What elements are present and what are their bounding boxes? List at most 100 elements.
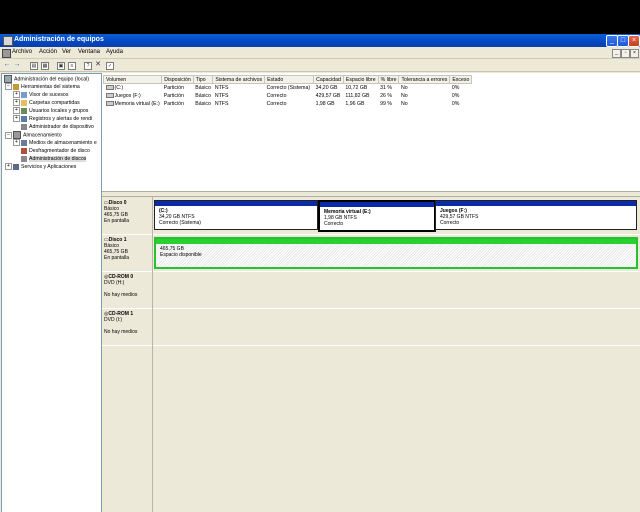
cell-volumen: Memoria virtual (E:) xyxy=(104,100,162,108)
disk-management-icon xyxy=(21,155,27,162)
folder-up-icon[interactable]: ▤ xyxy=(30,62,38,70)
table-row[interactable]: Memoria virtual (E:) Partición Básico NT… xyxy=(104,100,472,108)
mdi-restore-button[interactable]: ▫ xyxy=(621,49,630,58)
cell-exceso: 0% xyxy=(451,101,460,107)
divider xyxy=(102,234,640,235)
mdi-minimize-button[interactable]: _ xyxy=(612,49,621,58)
cell-tipo: Básico xyxy=(195,93,211,99)
menu-ventana[interactable]: Ventana xyxy=(78,49,100,55)
column-header-espacio-libre[interactable]: Espacio libre xyxy=(342,75,379,84)
column-header-sistema-archivos[interactable]: Sistema de archivos xyxy=(212,75,266,84)
back-arrow-icon[interactable]: ← xyxy=(3,61,11,69)
check-icon[interactable]: ✓ xyxy=(106,62,114,70)
tree-item-desfragmentador[interactable]: Desfragmentador de disco xyxy=(21,147,90,155)
tree-item-usuarios[interactable]: + Usuarios locales y grupos xyxy=(13,107,88,115)
menu-ayuda[interactable]: Ayuda xyxy=(106,49,123,55)
tree-item-visor-sucesos[interactable]: + Visor de sucesos xyxy=(13,91,68,99)
device-manager-icon xyxy=(21,123,27,130)
menu-ver[interactable]: Ver xyxy=(62,49,71,55)
computer-management-icon xyxy=(3,36,13,46)
expand-icon[interactable]: + xyxy=(5,163,12,171)
menu-accion[interactable]: Acción xyxy=(39,49,57,55)
storage-icon xyxy=(13,131,21,139)
cell-capacidad: 1,98 GB xyxy=(315,101,335,107)
tree-item-root[interactable]: Administración del equipo (local) xyxy=(4,75,89,83)
forward-arrow-icon[interactable]: → xyxy=(13,61,21,69)
cdrom-1-area xyxy=(153,311,639,343)
window-title: Administración de equipos xyxy=(14,36,104,43)
services-icon xyxy=(13,163,19,170)
expand-icon[interactable]: + xyxy=(13,107,20,115)
partition-status: Correcto xyxy=(440,220,460,226)
show-tree-icon[interactable]: ▦ xyxy=(41,62,49,70)
tree-item-carpetas[interactable]: + Carpetas compartidas xyxy=(13,99,80,107)
menu-archivo[interactable]: Archivo xyxy=(12,49,32,55)
disk-status: No hay medios xyxy=(104,329,138,335)
cell-volumen: Juegos (F:) xyxy=(104,92,162,100)
table-row[interactable]: Juegos (F:) Partición Básico NTFS Correc… xyxy=(104,92,472,100)
disk-status: En pantalla xyxy=(104,218,130,224)
cell-espacio-libre: 10,72 GB xyxy=(345,85,368,91)
cell-sistema-archivos: NTFS xyxy=(214,85,229,91)
column-header-tipo[interactable]: Tipo xyxy=(192,75,214,84)
cell-exceso: 0% xyxy=(451,85,460,91)
list-view-icon[interactable]: ≡ xyxy=(68,62,76,70)
column-header-capacidad[interactable]: Capacidad xyxy=(313,75,344,84)
removable-storage-icon xyxy=(21,139,27,146)
cell-tipo: Básico xyxy=(195,85,211,91)
delete-icon[interactable]: ✕ xyxy=(94,61,102,69)
cdrom-0-label[interactable]: ◎CD-ROM 0 DVD (H:) No hay medios xyxy=(104,274,152,306)
cell-espacio-libre: 1,96 GB xyxy=(345,101,365,107)
cdrom-1-label[interactable]: ◎CD-ROM 1 DVD (I:) No hay medios xyxy=(104,311,152,343)
partition-f[interactable]: Juegos (F:) 429,57 GB NTFS Correcto xyxy=(435,200,637,230)
divider xyxy=(102,271,640,272)
volume-name: (C:) xyxy=(114,85,124,91)
table-row[interactable]: (C:) Partición Básico NTFS Correcto (Sis… xyxy=(104,84,472,93)
app-window: Administración de equipos _ □ × Archivo … xyxy=(0,34,640,512)
document-icon[interactable] xyxy=(2,49,11,58)
partition-free-space[interactable]: 465,75 GB Espacio disponible xyxy=(154,237,638,269)
collapse-icon[interactable]: − xyxy=(5,131,12,139)
column-header-estado[interactable]: Estado xyxy=(264,75,315,84)
tree-item-almacenamiento[interactable]: − Almacenamiento xyxy=(5,131,62,139)
computer-icon xyxy=(4,75,12,83)
properties-icon[interactable]: ▣ xyxy=(57,62,65,70)
column-header-porcentaje-libre[interactable]: % libre xyxy=(377,75,400,84)
mdi-close-button[interactable]: × xyxy=(630,49,639,58)
cell-espacio-libre: 111,82 GB xyxy=(345,93,370,99)
tree-item-herramientas[interactable]: − Herramientas del sistema xyxy=(5,83,80,91)
column-header-exceso[interactable]: Exceso xyxy=(449,75,473,84)
cell-tipo: Básico xyxy=(195,101,211,107)
expand-icon[interactable]: + xyxy=(13,99,20,107)
tree-item-medios[interactable]: + Medios de almacenamiento e xyxy=(13,139,97,147)
title-bar[interactable]: Administración de equipos _ □ × xyxy=(0,34,640,47)
expand-icon[interactable]: + xyxy=(13,91,20,99)
close-button[interactable]: × xyxy=(628,35,640,47)
partition-e[interactable]: Memoria virtual (E:) 1,98 GB NTFS Correc… xyxy=(318,200,436,232)
volume-list: Volumen Disposición Tipo Sistema de arch… xyxy=(102,75,473,108)
disk-1-label[interactable]: ▭Disco 1 Básico 465,75 GB En pantalla xyxy=(104,237,152,269)
tree-item-servicios[interactable]: + Servicios y Aplicaciones xyxy=(5,163,76,171)
column-separator xyxy=(152,197,153,512)
partition-status: Espacio disponible xyxy=(160,252,202,258)
disk-status: En pantalla xyxy=(104,255,130,261)
tree-item-administrador-dispositivos[interactable]: Administrador de dispositivo xyxy=(21,123,94,131)
partition-c[interactable]: (C:) 34,20 GB NTFS Correcto (Sistema) xyxy=(154,200,318,230)
column-header-disposicion[interactable]: Disposición xyxy=(161,75,194,84)
column-header-volumen[interactable]: Volumen xyxy=(102,75,163,84)
tree-item-administracion-discos[interactable]: Administración de discos xyxy=(21,155,87,163)
collapse-icon[interactable]: − xyxy=(5,83,12,91)
tree-item-registros[interactable]: + Registros y alertas de rendi xyxy=(13,115,92,123)
divider xyxy=(102,345,640,346)
expand-icon[interactable]: + xyxy=(13,115,20,123)
column-header-tolerancia[interactable]: Tolerancia a errores xyxy=(398,75,451,84)
disk-0-label[interactable]: ▭Disco 0 Básico 465,75 GB En pantalla xyxy=(104,200,152,232)
cell-exceso: 0% xyxy=(451,93,460,99)
volume-name: Memoria virtual (E:) xyxy=(114,101,160,107)
cell-capacidad: 429,57 GB xyxy=(315,93,341,99)
help-icon[interactable]: ? xyxy=(84,62,92,70)
expand-icon[interactable]: + xyxy=(13,139,20,147)
cell-tolerancia: No xyxy=(400,85,408,91)
partition-bar xyxy=(155,201,317,206)
partition-bar xyxy=(320,202,434,207)
